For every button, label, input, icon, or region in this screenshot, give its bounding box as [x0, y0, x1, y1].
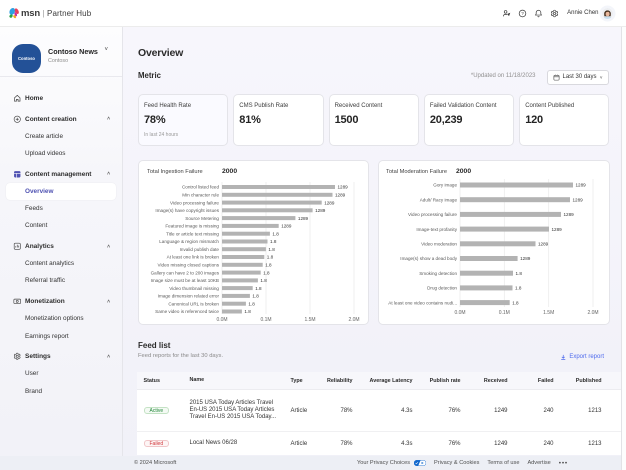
svg-text:Featured image is missing: Featured image is missing — [165, 223, 219, 228]
svg-text:Video missing closed captions: Video missing closed captions — [158, 262, 220, 267]
svg-text:1.5M: 1.5M — [543, 310, 554, 316]
svg-text:1289: 1289 — [552, 226, 563, 231]
svg-text:Image size must be at least 10: Image size must be at least 10KB — [151, 278, 219, 283]
svg-text:Total Moderation Failure: Total Moderation Failure — [386, 169, 447, 175]
svg-text:Same video is referenced twice: Same video is referenced twice — [155, 309, 219, 314]
svg-text:Smoking detection: Smoking detection — [419, 270, 457, 275]
svg-text:1289: 1289 — [298, 215, 309, 220]
svg-text:Gory image: Gory image — [433, 182, 457, 187]
svg-text:1.8: 1.8 — [244, 309, 251, 314]
svg-text:0.1M: 0.1M — [499, 310, 510, 316]
svg-text:1.8: 1.8 — [263, 270, 270, 275]
svg-text:?: ? — [521, 11, 524, 17]
svg-text:2.0M: 2.0M — [348, 317, 359, 323]
svg-text:Gallery can have 2 to 200 imag: Gallery can have 2 to 200 images — [151, 270, 220, 275]
svg-text:1289: 1289 — [315, 208, 326, 213]
svg-text:Control listed feed: Control listed feed — [182, 184, 219, 189]
svg-text:Adult/ Racy image: Adult/ Racy image — [420, 197, 458, 202]
svg-text:1.8: 1.8 — [512, 300, 519, 305]
svg-text:1.8: 1.8 — [248, 301, 255, 306]
svg-text:1289: 1289 — [573, 197, 584, 202]
svg-text:Title or article text missing: Title or article text missing — [166, 231, 219, 236]
svg-text:2000: 2000 — [222, 168, 237, 175]
svg-text:Canonical URL is broken: Canonical URL is broken — [168, 301, 219, 306]
svg-text:Language & region mismatch: Language & region mismatch — [159, 239, 219, 244]
svg-text:Source Metering: Source Metering — [185, 215, 219, 220]
svg-text:1.8: 1.8 — [272, 231, 279, 236]
svg-text:1289: 1289 — [538, 241, 549, 246]
svg-text:2.0M: 2.0M — [587, 310, 598, 316]
svg-text:1.8: 1.8 — [255, 285, 262, 290]
svg-text:0.0M: 0.0M — [216, 317, 227, 323]
svg-text:Image dimension related error: Image dimension related error — [158, 293, 220, 298]
svg-text:At least one video contains nu: At least one video contains nudi... — [388, 300, 457, 305]
svg-text:Image(s) have copyright issues: Image(s) have copyright issues — [155, 208, 219, 213]
svg-text:Image-text profanity: Image-text profanity — [416, 226, 457, 231]
svg-text:1.8: 1.8 — [515, 285, 522, 290]
svg-text:Video thumbnail missing: Video thumbnail missing — [169, 285, 219, 290]
svg-text:1.5M: 1.5M — [304, 317, 315, 323]
svg-text:2000: 2000 — [456, 168, 471, 175]
svg-text:At least one link is broken: At least one link is broken — [167, 254, 220, 259]
svg-text:1289: 1289 — [520, 256, 531, 261]
svg-text:1.8: 1.8 — [252, 293, 259, 298]
svg-text:1.8: 1.8 — [260, 278, 267, 283]
svg-text:1289: 1289 — [281, 223, 292, 228]
svg-text:Image(s) show a dead body: Image(s) show a dead body — [400, 256, 457, 261]
svg-text:1.8: 1.8 — [516, 270, 523, 275]
svg-text:Invalid publish date: Invalid publish date — [180, 246, 220, 251]
svg-text:Video processing failure: Video processing failure — [170, 200, 219, 205]
svg-text:1.8: 1.8 — [267, 254, 274, 259]
svg-text:1289: 1289 — [324, 200, 335, 205]
svg-text:1.8: 1.8 — [270, 239, 277, 244]
svg-text:1289: 1289 — [338, 184, 349, 189]
svg-text:1289: 1289 — [576, 182, 587, 187]
svg-text:0.0M: 0.0M — [454, 310, 465, 316]
svg-text:Min character rule: Min character rule — [182, 192, 219, 197]
svg-text:1289: 1289 — [564, 212, 575, 217]
svg-text:Video moderation: Video moderation — [421, 241, 457, 246]
svg-text:Total Ingestion Failure: Total Ingestion Failure — [147, 169, 203, 175]
svg-text:1.8: 1.8 — [265, 262, 272, 267]
svg-text:0.1M: 0.1M — [260, 317, 271, 323]
svg-text:1289: 1289 — [335, 192, 346, 197]
svg-text:Video processing failure: Video processing failure — [408, 212, 457, 217]
svg-text:1.8: 1.8 — [268, 246, 275, 251]
svg-text:Drug detection: Drug detection — [427, 285, 457, 290]
